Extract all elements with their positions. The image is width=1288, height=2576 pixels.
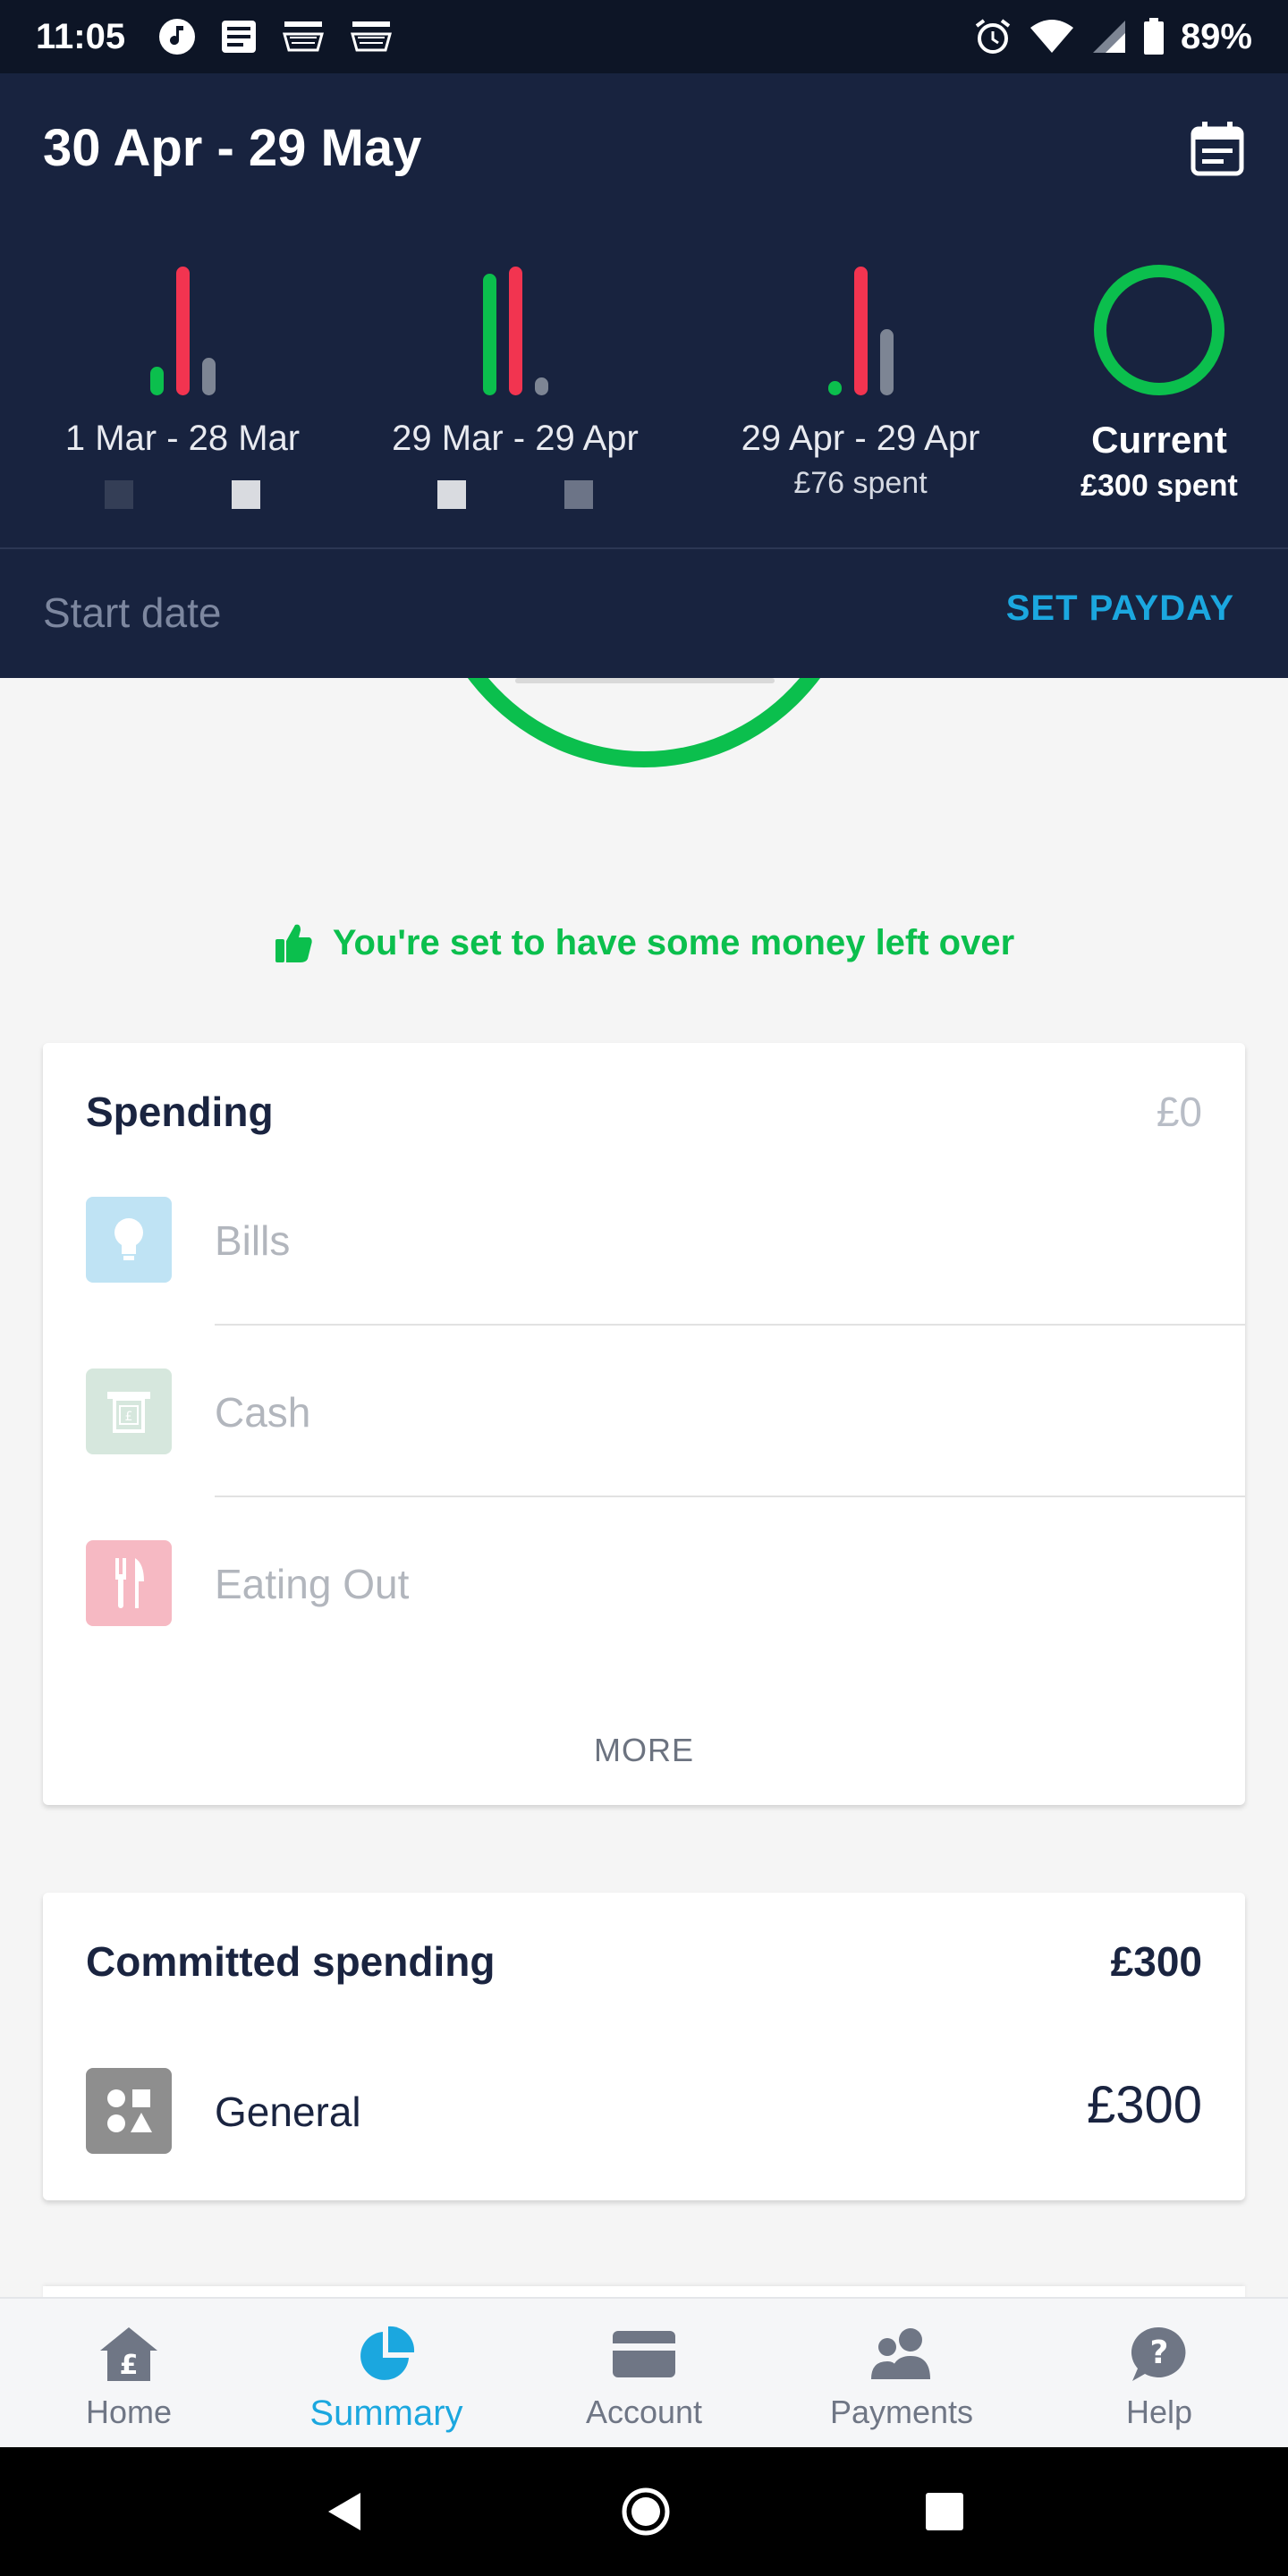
svg-text:£: £ bbox=[120, 2350, 139, 2381]
battery-icon bbox=[1143, 18, 1165, 55]
period-label: Current bbox=[1091, 419, 1227, 461]
nav-home[interactable]: £ Home bbox=[0, 2299, 258, 2447]
category-label: Cash bbox=[215, 1389, 311, 1436]
category-label: Eating Out bbox=[215, 1561, 410, 1607]
lightbulb-icon bbox=[86, 1197, 172, 1283]
thumbs-up-icon bbox=[275, 924, 312, 962]
svg-text:?: ? bbox=[1150, 2334, 1169, 2371]
period-mini-chart bbox=[39, 252, 326, 395]
home-icon: £ bbox=[93, 2322, 165, 2386]
committed-title: Committed spending bbox=[86, 1938, 496, 1985]
committed-item-label: General bbox=[215, 2089, 361, 2135]
wifi-icon bbox=[1029, 19, 1075, 55]
nav-label: Account bbox=[585, 2394, 703, 2430]
period-label: 1 Mar - 28 Mar bbox=[64, 419, 301, 458]
news-icon bbox=[220, 19, 258, 55]
nav-label: Payments bbox=[829, 2394, 974, 2430]
card-icon bbox=[608, 2322, 680, 2386]
nav-help[interactable]: ? Help bbox=[1030, 2299, 1288, 2447]
committed-row-general[interactable]: General £300 bbox=[43, 2025, 1245, 2197]
bottom-nav: £ Home Summary Account Payments ? Help bbox=[0, 2297, 1288, 2447]
nav-account[interactable]: Account bbox=[515, 2299, 773, 2447]
period-label: 29 Mar - 29 Apr bbox=[392, 419, 639, 458]
system-nav-bar bbox=[0, 2447, 1288, 2576]
period-label: 29 Apr - 29 Apr bbox=[741, 419, 980, 458]
period-29apr-29apr[interactable]: 29 Apr - 29 Apr £76 spent bbox=[717, 252, 1004, 501]
category-label: Bills bbox=[215, 1217, 291, 1264]
period-1mar-28mar[interactable]: 1 Mar - 28 Mar bbox=[39, 252, 326, 509]
set-payday-button[interactable]: SET PAYDAY bbox=[1006, 589, 1234, 629]
calendar-icon bbox=[1191, 122, 1244, 176]
cutlery-icon bbox=[86, 1540, 172, 1626]
help-icon: ? bbox=[1123, 2322, 1195, 2386]
period-mini-chart bbox=[372, 252, 658, 395]
status-bar: 11:05 89% bbox=[0, 0, 1288, 73]
page-title: 30 Apr - 29 May bbox=[43, 119, 422, 177]
period-current[interactable]: Current £300 spent bbox=[1016, 252, 1288, 504]
signal-icon bbox=[1091, 19, 1127, 55]
shapes-icon bbox=[86, 2068, 172, 2154]
recents-icon[interactable] bbox=[924, 2491, 965, 2532]
amazon-icon bbox=[281, 18, 326, 55]
back-icon[interactable] bbox=[323, 2489, 368, 2534]
category-row-cash[interactable]: £ Cash bbox=[43, 1326, 1245, 1497]
period-header: 30 Apr - 29 May 1 Mar - 28 Mar 29 Mar - … bbox=[0, 73, 1288, 678]
spending-total: £0 bbox=[1156, 1089, 1202, 1135]
period-spent: £76 spent bbox=[793, 466, 928, 500]
amazon-icon bbox=[349, 18, 394, 55]
pie-chart-icon bbox=[351, 2322, 422, 2386]
atm-icon: £ bbox=[86, 1368, 172, 1454]
nav-payments[interactable]: Payments bbox=[773, 2299, 1030, 2447]
music-icon bbox=[157, 17, 197, 56]
committed-item-amount: £300 bbox=[1086, 2076, 1202, 2134]
category-row-eating-out[interactable]: Eating Out bbox=[43, 1497, 1245, 1669]
people-icon bbox=[866, 2322, 937, 2386]
nav-label: Help bbox=[1125, 2394, 1193, 2430]
calendar-button[interactable] bbox=[1186, 118, 1249, 181]
nav-label: Home bbox=[85, 2394, 173, 2430]
spending-title: Spending bbox=[86, 1089, 274, 1135]
money-left-message: You're set to have some money left over bbox=[0, 921, 1288, 964]
battery-percent: 89% bbox=[1180, 16, 1252, 56]
period-29mar-29apr[interactable]: 29 Mar - 29 Apr bbox=[372, 252, 658, 509]
message-text: You're set to have some money left over bbox=[332, 922, 1015, 962]
more-button[interactable]: MORE bbox=[43, 1732, 1245, 1769]
alarm-icon bbox=[973, 17, 1013, 56]
nav-summary[interactable]: Summary bbox=[258, 2299, 515, 2447]
budget-ring bbox=[0, 678, 1288, 821]
status-time: 11:05 bbox=[36, 16, 126, 56]
start-date-label: Start date bbox=[43, 589, 222, 636]
current-ring bbox=[1016, 252, 1288, 395]
committed-spending-card: Committed spending £300 General £300 bbox=[43, 1893, 1245, 2200]
committed-total: £300 bbox=[1110, 1938, 1202, 1985]
period-mini-chart bbox=[717, 252, 1004, 395]
period-spent: £300 spent bbox=[1080, 469, 1238, 503]
home-circle-icon[interactable] bbox=[621, 2487, 671, 2537]
nav-label: Summary bbox=[309, 2394, 463, 2433]
spending-card: Spending £0 Bills £ Cash Eating Out MORE bbox=[43, 1043, 1245, 1805]
svg-text:£: £ bbox=[125, 1410, 133, 1424]
start-date-row: Start date SET PAYDAY bbox=[0, 547, 1288, 678]
category-row-bills[interactable]: Bills bbox=[43, 1154, 1245, 1326]
